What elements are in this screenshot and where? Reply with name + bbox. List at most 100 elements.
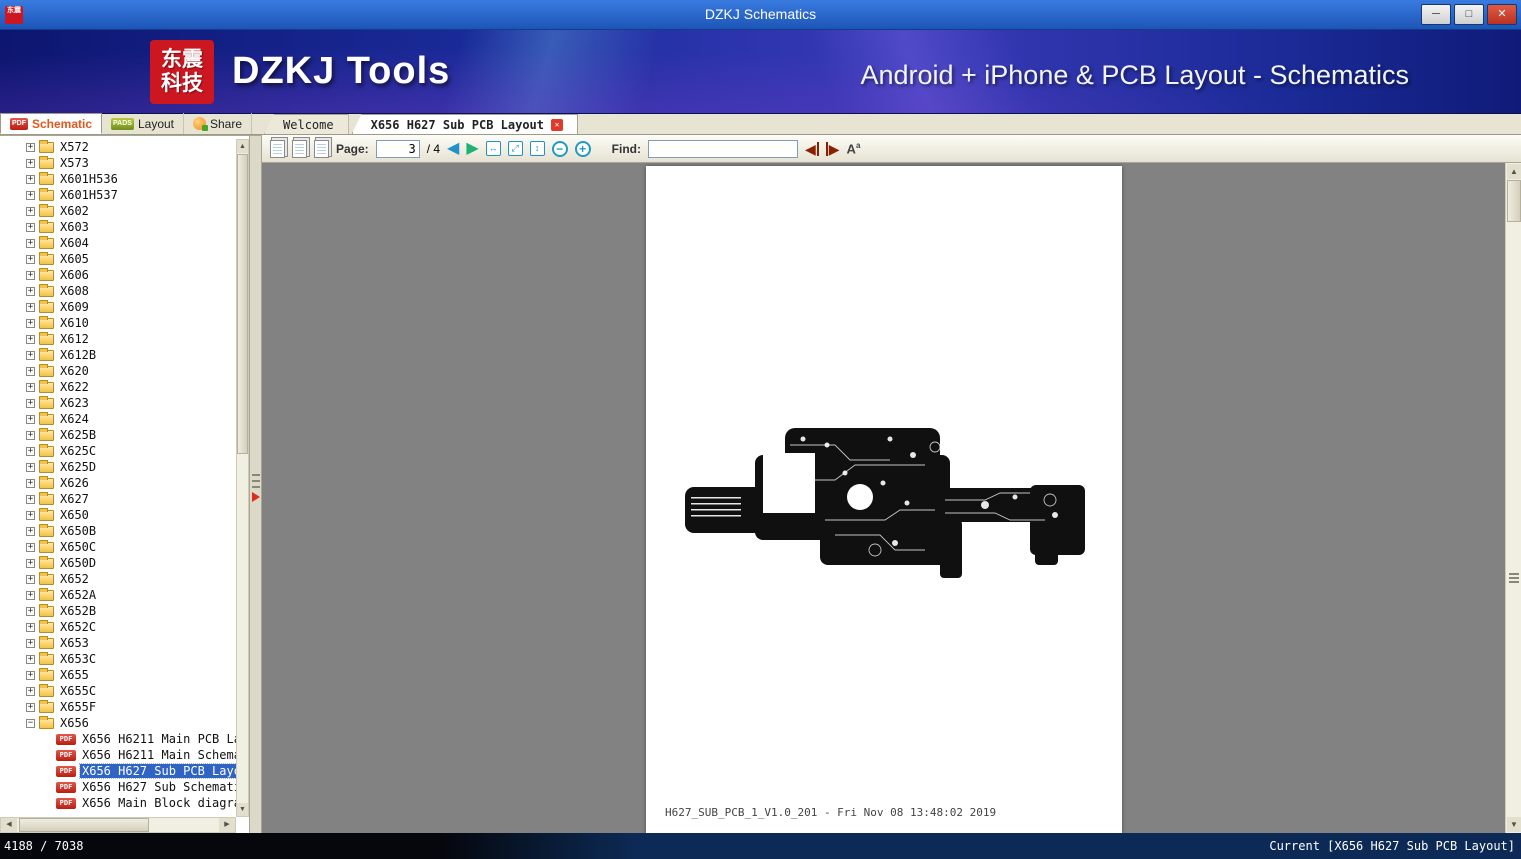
tree-folder-row[interactable]: +X610 (0, 315, 236, 331)
tree-folder-row[interactable]: +X603 (0, 219, 236, 235)
folder-label[interactable]: X655F (58, 700, 98, 714)
collapse-icon[interactable]: − (26, 719, 35, 728)
tree-folder-row[interactable]: +X622 (0, 379, 236, 395)
folder-label[interactable]: X620 (58, 364, 91, 378)
fit-page-icon[interactable]: ⤢ (508, 141, 523, 156)
tree-folder-row[interactable]: + X650 (0, 507, 236, 523)
expand-icon[interactable]: + (26, 495, 35, 504)
content-vertical-scrollbar[interactable]: ▲ ▼ (1505, 163, 1521, 833)
tree-folder-row[interactable]: + X602 (0, 203, 236, 219)
folder-label[interactable]: X603 (58, 220, 91, 234)
expand-icon[interactable]: + (26, 511, 35, 520)
zoom-out-icon[interactable]: − (552, 141, 568, 157)
folder-label[interactable]: X652 (58, 572, 91, 586)
folder-label[interactable]: X622 (58, 380, 91, 394)
document-label[interactable]: X656 H6211 Main PCB Layout (80, 732, 236, 746)
expand-icon[interactable]: + (26, 159, 35, 168)
folder-label[interactable]: X625B (58, 428, 98, 442)
expand-icon[interactable]: + (26, 639, 35, 648)
expand-icon[interactable]: + (26, 351, 35, 360)
tree-folder-row[interactable]: + X620 (0, 363, 236, 379)
folder-label[interactable]: X650C (58, 540, 98, 554)
tree-folder-row[interactable]: +X604 (0, 235, 236, 251)
expand-icon[interactable]: + (26, 527, 35, 536)
expand-icon[interactable]: + (26, 191, 35, 200)
folder-label[interactable]: X602 (58, 204, 91, 218)
expand-icon[interactable]: + (26, 703, 35, 712)
folder-label[interactable]: X652B (58, 604, 98, 618)
content-scroll-up-icon[interactable]: ▲ (1507, 164, 1521, 179)
tree-folder-row[interactable]: + X573 (0, 155, 236, 171)
folder-label[interactable]: X650 (58, 508, 91, 522)
sidebar-hscroll-thumb[interactable] (19, 818, 149, 832)
folder-label[interactable]: X601H536 (58, 172, 120, 186)
folder-label[interactable]: X656 (58, 716, 91, 730)
folder-label[interactable]: X650B (58, 524, 98, 538)
page-number-input[interactable] (376, 140, 420, 158)
tree-folder-row[interactable]: − X656 (0, 715, 236, 731)
expand-icon[interactable]: + (26, 591, 35, 600)
expand-icon[interactable]: + (26, 671, 35, 680)
tree-folder-row[interactable]: +X612 (0, 331, 236, 347)
folder-label[interactable]: X652A (58, 588, 98, 602)
folder-label[interactable]: X623 (58, 396, 91, 410)
next-page-icon[interactable]: ▶ (466, 141, 478, 157)
folder-label[interactable]: X653C (58, 652, 98, 666)
fit-height-icon[interactable]: ↕ (530, 141, 545, 156)
tree-folder-row[interactable]: + X650B (0, 523, 236, 539)
expand-icon[interactable]: + (26, 287, 35, 296)
tree-folder-row[interactable]: +X652C (0, 619, 236, 635)
fit-width-icon[interactable]: ↔ (486, 141, 501, 156)
tree-document-row[interactable]: PDFX656 Main Block diagram (0, 795, 236, 811)
expand-icon[interactable]: + (26, 255, 35, 264)
expand-icon[interactable]: + (26, 367, 35, 376)
tree-folder-row[interactable]: +X605 (0, 251, 236, 267)
tree-document-row[interactable]: PDFX656 H627 Sub PCB Layout (0, 763, 236, 779)
zoom-in-icon[interactable]: + (575, 141, 591, 157)
copy-page-icon[interactable] (292, 140, 307, 158)
tab-schematic[interactable]: PDF Schematic (0, 113, 102, 134)
tree-folder-row[interactable]: +X623 (0, 395, 236, 411)
expand-icon[interactable]: + (26, 447, 35, 456)
document-label[interactable]: X656 H6211 Main Schematic (80, 748, 236, 762)
minimize-button[interactable]: ─ (1421, 4, 1451, 25)
expand-icon[interactable]: + (26, 463, 35, 472)
folder-label[interactable]: X573 (58, 156, 91, 170)
expand-icon[interactable]: + (26, 207, 35, 216)
tree-folder-row[interactable]: +X606 (0, 267, 236, 283)
close-tab-icon[interactable]: ✕ (551, 119, 563, 131)
tree-folder-row[interactable]: +X625B (0, 427, 236, 443)
tree-folder-row[interactable]: + X652A (0, 587, 236, 603)
tree-folder-row[interactable]: +X625D (0, 459, 236, 475)
expand-icon[interactable]: + (26, 623, 35, 632)
expand-icon[interactable]: + (26, 687, 35, 696)
tree-folder-row[interactable]: +X609 (0, 299, 236, 315)
content-scroll-down-icon[interactable]: ▼ (1507, 817, 1521, 832)
tree-folder-row[interactable]: +X652 (0, 571, 236, 587)
sidebar-splitter[interactable] (249, 136, 262, 834)
extract-page-icon[interactable] (314, 140, 329, 158)
tree-document-row[interactable]: PDFX656 H627 Sub Schematic (0, 779, 236, 795)
folder-label[interactable]: X650D (58, 556, 98, 570)
sidebar-scroll-thumb[interactable] (237, 154, 248, 454)
tab-share[interactable]: Share (184, 113, 252, 134)
folder-label[interactable]: X627 (58, 492, 91, 506)
folder-label[interactable]: X626 (58, 476, 91, 490)
doc-tab-welcome[interactable]: Welcome (264, 114, 349, 134)
expand-icon[interactable]: + (26, 303, 35, 312)
close-button[interactable]: ✕ (1487, 4, 1517, 25)
tree-folder-row[interactable]: + X627 (0, 491, 236, 507)
expand-icon[interactable]: + (26, 175, 35, 184)
folder-label[interactable]: X655C (58, 684, 98, 698)
expand-icon[interactable]: + (26, 335, 35, 344)
tree-folder-row[interactable]: + X655C (0, 683, 236, 699)
doc-tab-active[interactable]: X656 H627 Sub PCB Layout ✕ (352, 114, 578, 134)
tab-layout[interactable]: PADS Layout (102, 113, 184, 134)
expand-icon[interactable]: + (26, 607, 35, 616)
expand-icon[interactable]: + (26, 239, 35, 248)
tree-document-row[interactable]: PDFX656 H6211 Main PCB Layout (0, 731, 236, 747)
font-size-icon[interactable]: Aa (847, 141, 861, 156)
sidebar-vertical-scrollbar[interactable]: ▲ ▼ (236, 139, 249, 817)
content-splitter-grip-icon[interactable] (1509, 573, 1519, 583)
expand-icon[interactable]: + (26, 543, 35, 552)
